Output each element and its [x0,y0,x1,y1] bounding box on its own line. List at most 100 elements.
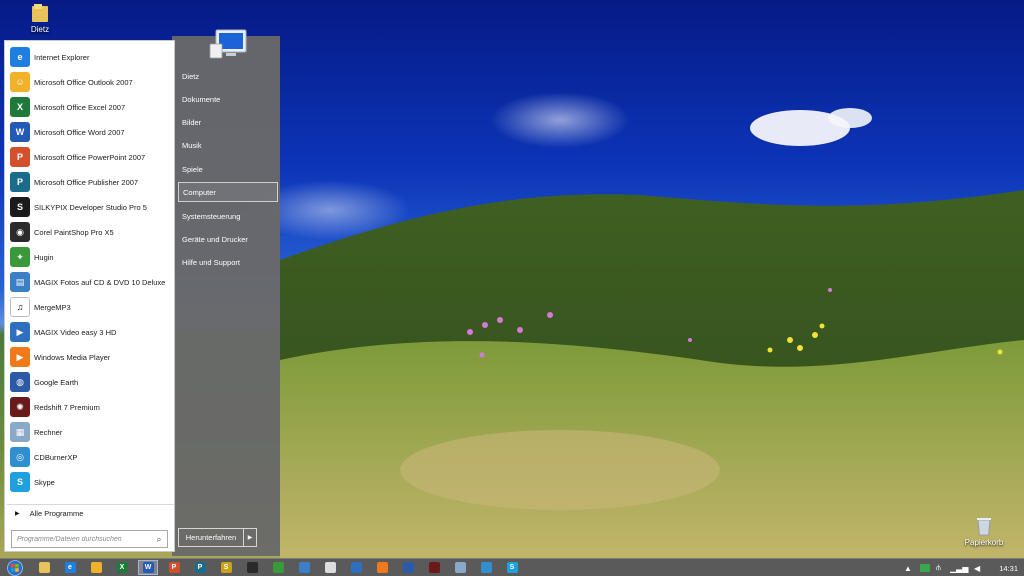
start-right-item-user[interactable]: Dietz [178,66,278,86]
start-program-item[interactable]: ☺ Microsoft Office Outlook 2007 [7,70,174,94]
taskbar-clock[interactable]: 14:31 [999,559,1018,576]
taskbar-app-button[interactable] [424,560,444,575]
chevron-up-icon: ▲ [904,563,912,573]
taskbar-app-button[interactable] [372,560,392,575]
start-program-item[interactable]: ▶ MAGIX Video easy 3 HD [7,320,174,344]
powerpoint-icon: P [168,562,180,573]
taskbar-app-button[interactable]: S [502,560,522,575]
taskbar-app-button[interactable] [320,560,340,575]
all-programs-button[interactable]: ▶ Alle Programme [7,504,174,522]
tray-volume-icon[interactable]: ◀ [974,559,980,576]
taskbar-app-button[interactable]: S [216,560,236,575]
excel-icon: X [10,97,30,117]
start-program-label: Microsoft Office Word 2007 [34,127,125,137]
taskbar-app-button[interactable] [450,560,470,575]
system-tray: ▲ ⫛ ▁▃▅ ◀ 14:31 [904,559,1024,576]
start-program-label: MergeMP3 [34,302,71,312]
start-search-box[interactable]: ⌕ [11,530,168,548]
start-program-item[interactable]: ▤ MAGIX Fotos auf CD & DVD 10 Deluxe [7,270,174,294]
silkypix-icon: S [220,562,232,573]
tray-usb-icon[interactable]: ⫛ [936,559,941,576]
taskbar-app-button[interactable] [398,560,418,575]
start-program-label: Microsoft Office Publisher 2007 [34,177,139,187]
triangle-right-icon: ▶ [15,511,20,517]
start-menu-right-pane: Dietz Dokumente Bilder Musik Spiele Comp… [172,29,280,556]
start-program-item[interactable]: ◍ Google Earth [7,370,174,394]
start-right-item-label: Spiele [182,164,203,174]
desktop-icon-recycle-bin[interactable]: Papierkorb [962,516,1006,547]
calculator-icon: ▦ [10,422,30,442]
desktop-icon-user-folder[interactable]: Dietz [18,3,62,34]
start-program-label: MAGIX Fotos auf CD & DVD 10 Deluxe [34,277,166,287]
folder-icon [32,4,48,22]
start-button[interactable] [4,559,26,576]
start-program-item[interactable]: ◉ Corel PaintShop Pro X5 [7,220,174,244]
start-right-item-music[interactable]: Musik [178,135,278,155]
taskbar-app-button[interactable]: X [112,560,132,575]
start-program-item[interactable]: S Skype [7,470,174,494]
start-program-item[interactable]: P Microsoft Office Publisher 2007 [7,170,174,194]
start-program-label: CDBurnerXP [34,452,78,462]
desktop-icon-label: Papierkorb [964,538,1004,547]
taskbar-app-button[interactable] [346,560,366,575]
start-program-item[interactable]: ✺ Redshift 7 Premium [7,395,174,419]
start-program-item[interactable]: W Microsoft Office Word 2007 [7,120,174,144]
search-input[interactable] [12,531,151,547]
start-program-item[interactable]: P Microsoft Office PowerPoint 2007 [7,145,174,169]
mergemp3-icon: ♫ [10,297,30,317]
start-right-item-pictures[interactable]: Bilder [178,112,278,132]
start-right-item-label: Dokumente [182,94,221,104]
tray-app-icon[interactable] [920,559,930,576]
start-program-item[interactable]: ◎ CDBurnerXP [7,445,174,469]
start-right-item-devices-printers[interactable]: Geräte und Drucker [178,229,278,249]
google-earth-icon: ◍ [10,372,30,392]
start-program-item[interactable]: ✦ Hugin [7,245,174,269]
start-right-item-games[interactable]: Spiele [178,159,278,179]
start-menu-programs-pane: e Internet Explorer ☺ Microsoft Office Outl… [4,40,175,552]
windows-logo-icon [7,560,23,576]
start-right-item-label: Dietz [182,71,200,81]
taskbar-app-button[interactable]: W [138,560,158,575]
start-right-item-label: Computer [183,187,216,197]
start-program-item[interactable]: ▦ Rechner [7,420,174,444]
cdburner-icon [480,562,492,573]
start-program-label: Redshift 7 Premium [34,402,100,412]
shutdown-options-button[interactable]: ▶ [244,528,257,547]
start-program-item[interactable]: e Internet Explorer [7,45,174,69]
taskbar-app-button[interactable] [242,560,262,575]
recycle-bin-icon [977,518,991,536]
taskbar-app-button[interactable] [476,560,496,575]
taskbar-app-button[interactable]: P [190,560,210,575]
start-right-item-help-support[interactable]: Hilfe und Support [178,252,278,272]
start-right-item-control-panel[interactable]: Systemsteuerung [178,206,278,226]
start-program-item[interactable]: ♫ MergeMP3 [7,295,174,319]
search-icon[interactable]: ⌕ [151,534,167,545]
start-program-item[interactable]: ▶ Windows Media Player [7,345,174,369]
start-right-item-documents[interactable]: Dokumente [178,89,278,109]
signal-bars-icon: ▁▃▅ [950,563,969,573]
taskbar-app-button[interactable] [294,560,314,575]
tray-network-icon[interactable]: ▁▃▅ [950,559,968,576]
taskbar-app-button[interactable] [268,560,288,575]
taskbar-app-button[interactable] [34,560,54,575]
computer-user-icon [209,29,247,59]
redshift-icon: ✺ [10,397,30,417]
start-program-item[interactable]: X Microsoft Office Excel 2007 [7,95,174,119]
all-programs-label: Alle Programme [29,509,84,518]
taskbar-app-button[interactable]: e [60,560,80,575]
taskbar-app-button[interactable] [86,560,106,575]
show-hidden-icons-button[interactable]: ▲ [904,559,912,576]
usb-icon: ⫛ [936,563,941,572]
start-program-label: Rechner [34,427,63,437]
taskbar-app-button[interactable]: P [164,560,184,575]
excel-icon: X [116,562,128,573]
shutdown-button[interactable]: Herunterfahren [178,528,244,547]
start-right-item-computer[interactable]: Computer [178,182,278,202]
hugin-icon: ✦ [10,247,30,267]
start-menu: Dietz Dokumente Bilder Musik Spiele Comp… [2,29,280,556]
start-program-item[interactable]: S SILKYPIX Developer Studio Pro 5 [7,195,174,219]
word-icon: W [10,122,30,142]
redshift-icon [428,562,440,573]
start-program-label: Microsoft Office PowerPoint 2007 [34,152,146,162]
magix-video-icon [350,562,362,573]
